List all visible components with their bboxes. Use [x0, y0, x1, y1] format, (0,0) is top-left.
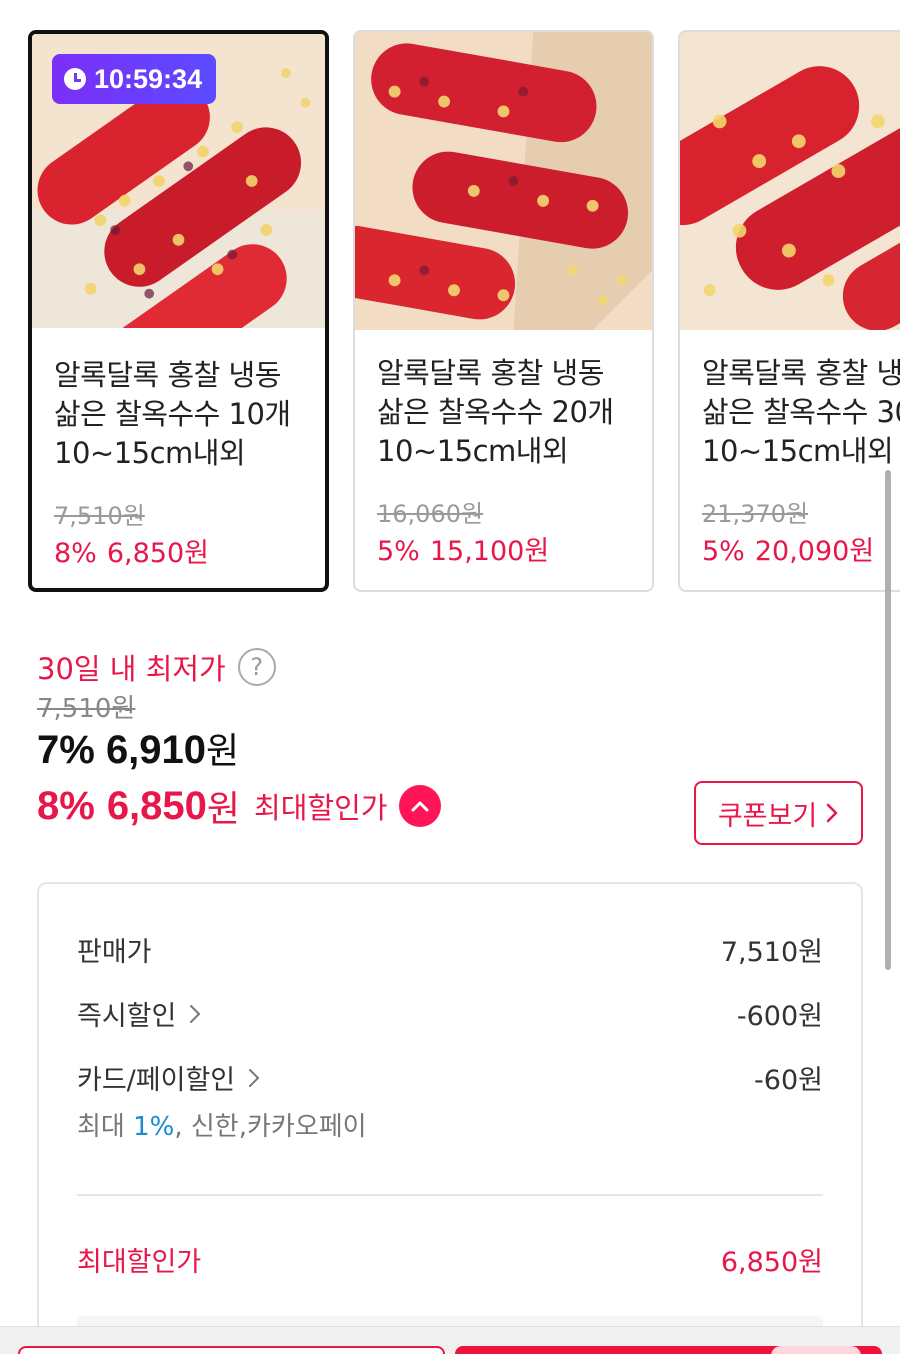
collapse-toggle-button[interactable] — [399, 785, 442, 827]
product-image — [355, 32, 652, 330]
card-detail-pct: 1% — [133, 1112, 175, 1142]
product-image: 10:59:34 — [32, 34, 325, 328]
option-sale-price: 8% 6,850원 — [54, 531, 209, 570]
regular-price: 7% 6,910원 — [37, 722, 239, 774]
sale-price-row: 판매가 7,510원 — [77, 930, 823, 969]
option-name: 알록달록 홍찰 냉동 삶은 찰옥수수 10개 10~15cm내외 — [54, 358, 291, 470]
help-icon[interactable]: ? — [237, 648, 276, 686]
option-name: 알록달록 홍찰 냉동 삶은 찰옥수수 20개 10~15cm내외 — [377, 356, 614, 468]
option-card-10[interactable]: 10:59:34 알록달록 홍찰 냉동 삶은 찰옥수수 10개 10~15cm내… — [28, 30, 329, 592]
option-discount: 5% — [377, 536, 420, 567]
option-original-price: 7,510원 — [54, 502, 145, 530]
option-discount: 5% — [702, 536, 745, 567]
price-breakdown-panel: 판매가 7,510원 즉시할인 -600원 카드/페이할인 -60원 최대 1%… — [37, 882, 863, 1354]
option-sale-price: 5% 15,100원 — [377, 529, 549, 568]
lowest-price-label: 30일 내 최저가 ? — [37, 646, 276, 688]
chevron-right-icon — [190, 1004, 201, 1023]
option-carousel[interactable]: 10:59:34 알록달록 홍찰 냉동 삶은 찰옥수수 10개 10~15cm내… — [0, 30, 900, 595]
card-detail-suffix: , 신한,카카오페이 — [174, 1112, 367, 1142]
original-price: 7,510원 — [37, 694, 136, 724]
primary-action-button[interactable] — [455, 1346, 882, 1354]
option-price: 6,850원 — [106, 538, 209, 569]
max-discount-price: 8% 6,850 원 최대할인가 — [37, 780, 442, 832]
instant-discount-value: -600원 — [736, 1001, 823, 1032]
card-discount-label: 카드/페이할인 — [77, 1065, 236, 1096]
view-coupon-button[interactable]: 쿠폰보기 — [694, 781, 863, 845]
max-discount-amount: 6,850 — [106, 783, 207, 828]
regular-amount: 6,910 — [105, 728, 207, 772]
option-original-price: 16,060원 — [377, 500, 484, 528]
chevron-right-icon — [826, 803, 838, 823]
option-sale-price: 5% 20,090원 — [702, 529, 874, 568]
chevron-up-icon — [411, 801, 429, 812]
option-original-price: 21,370원 — [702, 500, 809, 528]
option-card-20[interactable]: 알록달록 홍찰 냉동 삶은 찰옥수수 20개 10~15cm내외 16,060원… — [353, 30, 654, 592]
max-discount-pct: 8% — [37, 783, 95, 828]
card-discount-value: -60원 — [754, 1065, 823, 1096]
max-discount-label: 최대할인가 — [254, 791, 388, 825]
regular-discount: 7% — [37, 728, 95, 772]
max-discount-row-label: 최대할인가 — [77, 1247, 202, 1278]
chevron-right-icon — [249, 1068, 260, 1087]
action-badge — [771, 1346, 861, 1354]
option-name: 알록달록 홍찰 냉동 삶은 찰옥수수 30개 10~15cm내외 — [702, 356, 900, 468]
max-discount-row: 최대할인가 6,850원 — [77, 1240, 823, 1279]
sale-price-label: 판매가 — [77, 937, 152, 968]
secondary-action-button[interactable] — [18, 1346, 445, 1354]
product-image — [680, 32, 900, 330]
lowest-price-text: 30일 내 최저가 — [37, 652, 226, 686]
instant-discount-label: 즉시할인 — [77, 1001, 177, 1032]
option-price: 15,100원 — [429, 536, 550, 567]
coupon-button-label: 쿠폰보기 — [717, 800, 818, 832]
card-detail-prefix: 최대 — [77, 1112, 134, 1142]
scrollbar[interactable] — [885, 470, 891, 970]
timer-text: 10:59:34 — [94, 63, 203, 94]
card-discount-detail: 최대 1%, 신한,카카오페이 — [77, 1106, 367, 1143]
option-price: 20,090원 — [754, 536, 875, 567]
max-discount-row-value: 6,850원 — [720, 1247, 823, 1278]
instant-discount-row[interactable]: 즉시할인 -600원 — [77, 994, 823, 1033]
countdown-timer: 10:59:34 — [52, 54, 217, 104]
card-discount-row[interactable]: 카드/페이할인 -60원 — [77, 1058, 823, 1097]
divider — [77, 1194, 823, 1196]
option-discount: 8% — [54, 538, 97, 569]
won-unit: 원 — [206, 731, 240, 772]
option-card-30[interactable]: 알록달록 홍찰 냉동 삶은 찰옥수수 30개 10~15cm내외 21,370원… — [678, 30, 900, 592]
won-unit: 원 — [206, 789, 241, 830]
alarm-clock-icon — [64, 68, 86, 90]
sale-price-value: 7,510원 — [720, 937, 823, 968]
